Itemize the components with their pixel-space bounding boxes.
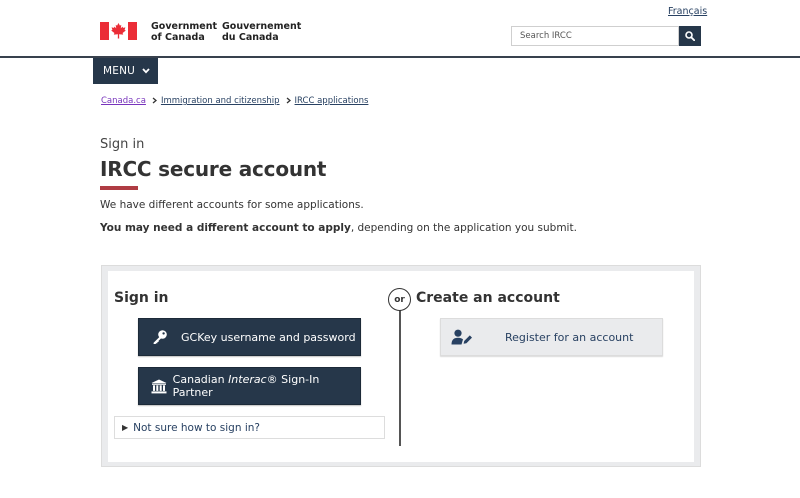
breadcrumb-canada-ca[interactable]: Canada.ca xyxy=(101,96,146,106)
not-sure-how-to-sign-in-details[interactable]: ▶ Not sure how to sign in? xyxy=(114,416,385,439)
intro-rest: , depending on the application you submi… xyxy=(350,222,577,234)
menu-label: MENU xyxy=(103,65,136,77)
breadcrumb-ircc-applications[interactable]: IRCC applications xyxy=(295,96,369,106)
create-account-heading: Create an account xyxy=(416,290,560,306)
breadcrumb: Canada.ca Immigration and citizenship IR… xyxy=(101,96,368,106)
wordmark-french: Gouvernement du Canada xyxy=(222,21,302,43)
breadcrumb-immigration[interactable]: Immigration and citizenship xyxy=(161,96,280,106)
bank-icon xyxy=(148,379,170,394)
gckey-sign-in-button[interactable]: GCKey username and password xyxy=(138,318,361,356)
menu-button[interactable]: MENU xyxy=(93,58,158,84)
key-icon xyxy=(149,329,171,345)
interac-button-label: Canadian Interac® Sign-In Partner xyxy=(172,373,320,399)
intro-text-accounts: You may need a different account to appl… xyxy=(100,222,577,234)
interac-sign-in-partner-button[interactable]: Canadian Interac® Sign-In Partner xyxy=(138,367,361,405)
intro-emphasis: You may need a different account to appl… xyxy=(100,222,351,234)
search-button[interactable] xyxy=(679,26,701,46)
triangle-right-icon: ▶ xyxy=(122,423,129,432)
or-separator: or xyxy=(388,288,411,311)
page-pre-title: Sign in xyxy=(100,137,145,152)
details-summary-label: Not sure how to sign in? xyxy=(133,421,260,434)
language-toggle-link[interactable]: Français xyxy=(668,6,707,17)
search-input[interactable] xyxy=(511,26,679,46)
intro-text: We have different accounts for some appl… xyxy=(100,199,364,211)
chevron-down-icon xyxy=(142,65,150,77)
chevron-right-icon xyxy=(152,97,157,106)
page-title: IRCC secure account xyxy=(100,157,327,181)
canada-flag-icon xyxy=(100,22,137,40)
register-account-button[interactable]: Register for an account xyxy=(440,318,663,356)
vertical-divider xyxy=(399,300,401,446)
title-accent-bar xyxy=(100,186,138,190)
sign-in-heading: Sign in xyxy=(114,290,169,306)
register-button-label: Register for an account xyxy=(505,330,634,344)
government-of-canada-logo[interactable]: Government of Canada Gouvernement du Can… xyxy=(100,21,301,43)
interac-brand: Interac xyxy=(228,373,267,386)
user-edit-icon xyxy=(451,329,473,345)
wordmark-english: Government of Canada xyxy=(151,21,218,43)
chevron-right-icon xyxy=(286,97,291,106)
gckey-button-label: GCKey username and password xyxy=(181,330,356,344)
search-icon xyxy=(685,31,695,41)
